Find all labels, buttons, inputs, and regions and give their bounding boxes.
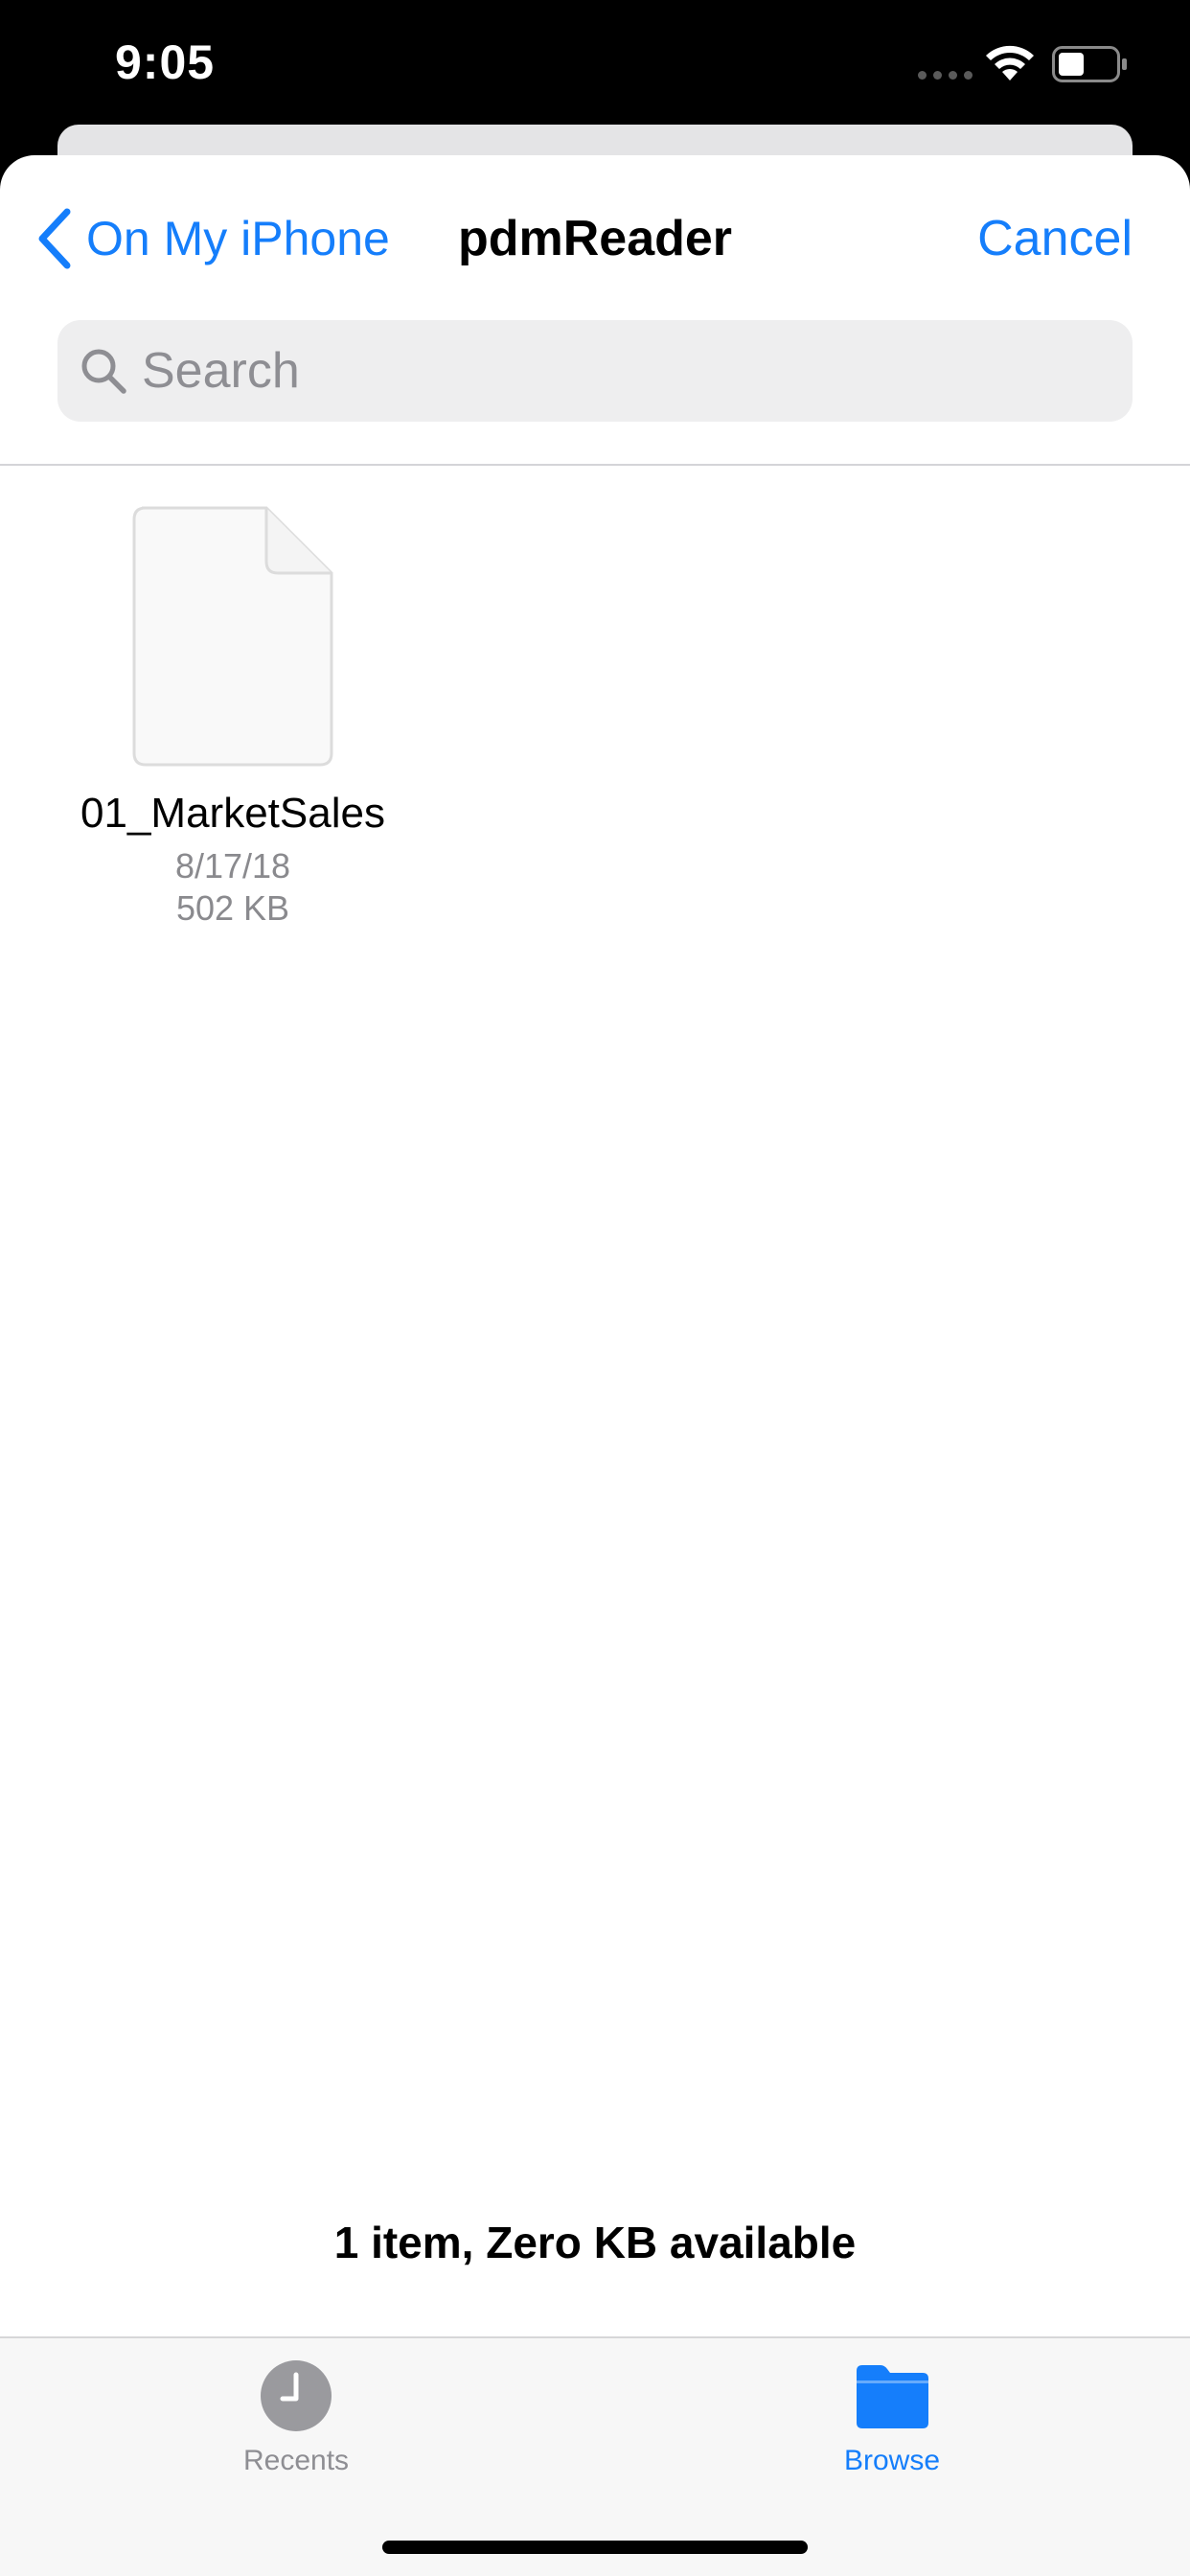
folder-icon	[857, 2365, 928, 2428]
tab-recents[interactable]: Recents	[172, 2359, 421, 2480]
clock-icon	[261, 2360, 332, 2431]
status-time: 9:05	[115, 35, 216, 89]
battery-icon	[1052, 46, 1127, 82]
tab-browse[interactable]: Browse	[767, 2359, 1017, 2480]
wifi-icon	[986, 45, 1034, 80]
file-name: 01_MarketSales	[80, 790, 385, 837]
tab-recents-label: Recents	[242, 2445, 350, 2476]
search-bar[interactable]	[57, 320, 1133, 422]
chevron-left-icon	[38, 208, 71, 269]
search-input[interactable]	[142, 342, 1062, 400]
tab-browse-label: Browse	[843, 2445, 941, 2476]
back-button-label: On My iPhone	[86, 212, 390, 265]
screen: 9:05 pdmReader On My iPhone Cancel Searc…	[0, 0, 1190, 2576]
cellular-signal-icon	[918, 71, 973, 80]
home-indicator[interactable]	[382, 2541, 808, 2554]
divider	[0, 464, 1190, 466]
cancel-button[interactable]: Cancel	[977, 205, 1133, 272]
file-size: 502 KB	[175, 888, 290, 928]
navigation-bar: pdmReader On My iPhone Cancel	[0, 155, 1190, 309]
document-icon	[132, 506, 333, 767]
document-picker-sheet: pdmReader On My iPhone Cancel 01_Marke	[0, 155, 1190, 2576]
storage-status: 1 item, Zero KB available	[333, 2218, 857, 2267]
file-date: 8/17/18	[174, 846, 291, 886]
search-icon	[81, 349, 126, 394]
status-bar: 9:05	[0, 0, 1190, 134]
file-item[interactable]: 01_MarketSales 8/17/18 502 KB	[59, 506, 406, 930]
back-button[interactable]: On My iPhone	[34, 205, 390, 272]
